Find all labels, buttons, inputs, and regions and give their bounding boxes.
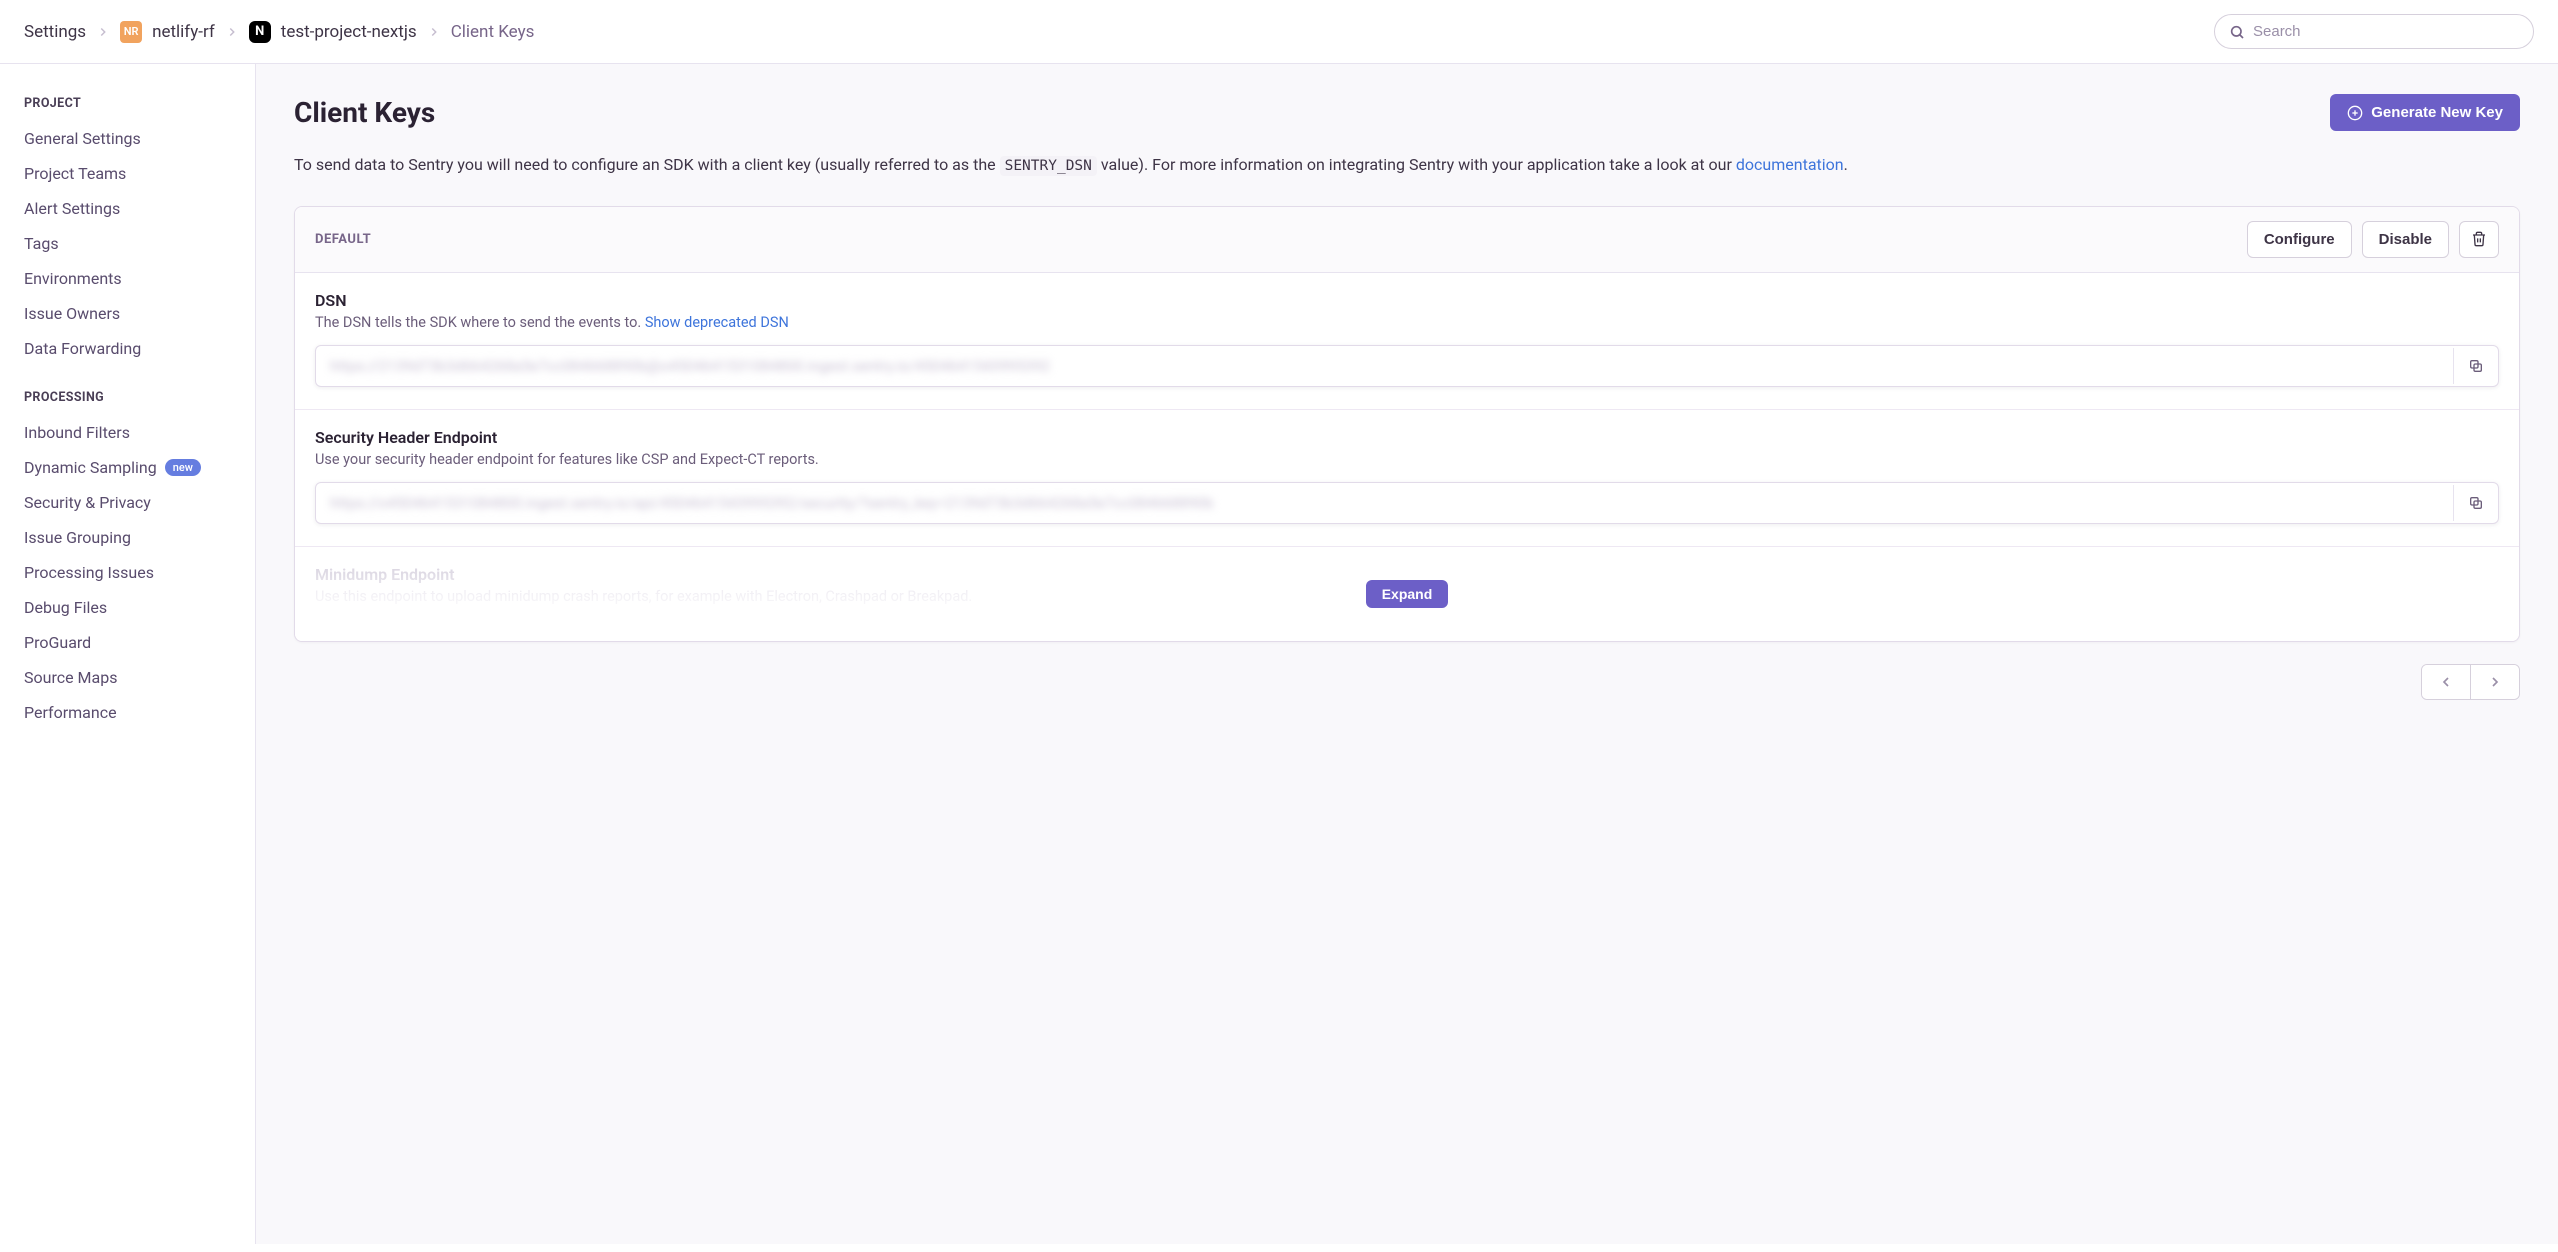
new-badge: new: [165, 459, 201, 476]
sidebar-section-project: PROJECT: [24, 96, 255, 111]
search-icon: [2229, 24, 2245, 40]
chevron-right-icon: [96, 25, 110, 39]
sidebar-item-processing-issues[interactable]: Processing Issues: [24, 555, 255, 590]
sidebar-item-inbound-filters[interactable]: Inbound Filters: [24, 415, 255, 450]
dsn-value[interactable]: https://2139d73b3d664268a5e7cc084668890b…: [316, 346, 2453, 386]
sidebar-item-label: Dynamic Sampling: [24, 458, 157, 477]
sidebar-item-debug-files[interactable]: Debug Files: [24, 590, 255, 625]
dsn-code: SENTRY_DSN: [1000, 156, 1097, 176]
plus-circle-icon: [2347, 105, 2363, 121]
sidebar-section-processing: PROCESSING: [24, 390, 255, 405]
copy-security-endpoint-button[interactable]: [2453, 485, 2498, 521]
breadcrumb-project[interactable]: test-project-nextjs: [281, 22, 417, 42]
security-endpoint-value[interactable]: https://o4504641531084800.ingest.sentry.…: [316, 483, 2453, 523]
generate-new-key-label: Generate New Key: [2371, 104, 2503, 121]
breadcrumb: Settings NR netlify-rf N test-project-ne…: [24, 21, 534, 43]
copy-dsn-button[interactable]: [2453, 348, 2498, 384]
delete-key-button[interactable]: [2459, 221, 2499, 258]
sidebar-item-proguard[interactable]: ProGuard: [24, 625, 255, 660]
trash-icon: [2471, 231, 2487, 247]
page-description: To send data to Sentry you will need to …: [294, 153, 2520, 178]
configure-button[interactable]: Configure: [2247, 221, 2352, 258]
main-content: Client Keys Generate New Key To send dat…: [256, 64, 2558, 1244]
dsn-description: The DSN tells the SDK where to send the …: [315, 314, 2499, 331]
sidebar-item-environments[interactable]: Environments: [24, 261, 255, 296]
breadcrumb-org[interactable]: netlify-rf: [152, 22, 215, 42]
sidebar: PROJECT General Settings Project Teams A…: [0, 64, 256, 1244]
chevron-right-icon: [225, 25, 239, 39]
dsn-field: https://2139d73b3d664268a5e7cc084668890b…: [315, 345, 2499, 387]
search-input[interactable]: [2253, 23, 2519, 40]
sidebar-item-issue-grouping[interactable]: Issue Grouping: [24, 520, 255, 555]
disable-button[interactable]: Disable: [2362, 221, 2449, 258]
chevron-right-icon: [2487, 674, 2503, 690]
security-endpoint-field: https://o4504641531084800.ingest.sentry.…: [315, 482, 2499, 524]
sidebar-item-dynamic-sampling[interactable]: Dynamic Sampling new: [24, 450, 255, 485]
key-name: DEFAULT: [315, 232, 371, 247]
sidebar-item-general-settings[interactable]: General Settings: [24, 121, 255, 156]
sidebar-item-issue-owners[interactable]: Issue Owners: [24, 296, 255, 331]
sidebar-item-alert-settings[interactable]: Alert Settings: [24, 191, 255, 226]
copy-icon: [2468, 358, 2484, 374]
show-deprecated-dsn-link[interactable]: Show deprecated DSN: [645, 314, 789, 331]
sidebar-item-source-maps[interactable]: Source Maps: [24, 660, 255, 695]
generate-new-key-button[interactable]: Generate New Key: [2330, 94, 2520, 131]
breadcrumb-settings[interactable]: Settings: [24, 22, 86, 42]
page-title: Client Keys: [294, 96, 435, 129]
sidebar-item-data-forwarding[interactable]: Data Forwarding: [24, 331, 255, 366]
security-endpoint-description: Use your security header endpoint for fe…: [315, 451, 2499, 468]
sidebar-item-performance[interactable]: Performance: [24, 695, 255, 730]
sidebar-item-tags[interactable]: Tags: [24, 226, 255, 261]
prev-page-button[interactable]: [2422, 665, 2470, 699]
expand-button[interactable]: Expand: [1366, 580, 1449, 608]
sidebar-item-security-privacy[interactable]: Security & Privacy: [24, 485, 255, 520]
dsn-title: DSN: [315, 291, 2499, 310]
security-endpoint-title: Security Header Endpoint: [315, 428, 2499, 447]
org-avatar: NR: [120, 21, 142, 43]
search-input-wrapper[interactable]: [2214, 14, 2534, 49]
chevron-right-icon: [427, 25, 441, 39]
project-avatar: N: [249, 21, 271, 43]
breadcrumb-current: Client Keys: [451, 22, 535, 42]
pagination: [294, 664, 2520, 700]
expand-overlay: Expand: [295, 547, 2519, 641]
chevron-left-icon: [2438, 674, 2454, 690]
copy-icon: [2468, 495, 2484, 511]
documentation-link[interactable]: documentation: [1736, 155, 1844, 174]
sidebar-item-project-teams[interactable]: Project Teams: [24, 156, 255, 191]
next-page-button[interactable]: [2470, 665, 2519, 699]
client-key-panel: DEFAULT Configure Disable DSN The DSN te…: [294, 206, 2520, 642]
